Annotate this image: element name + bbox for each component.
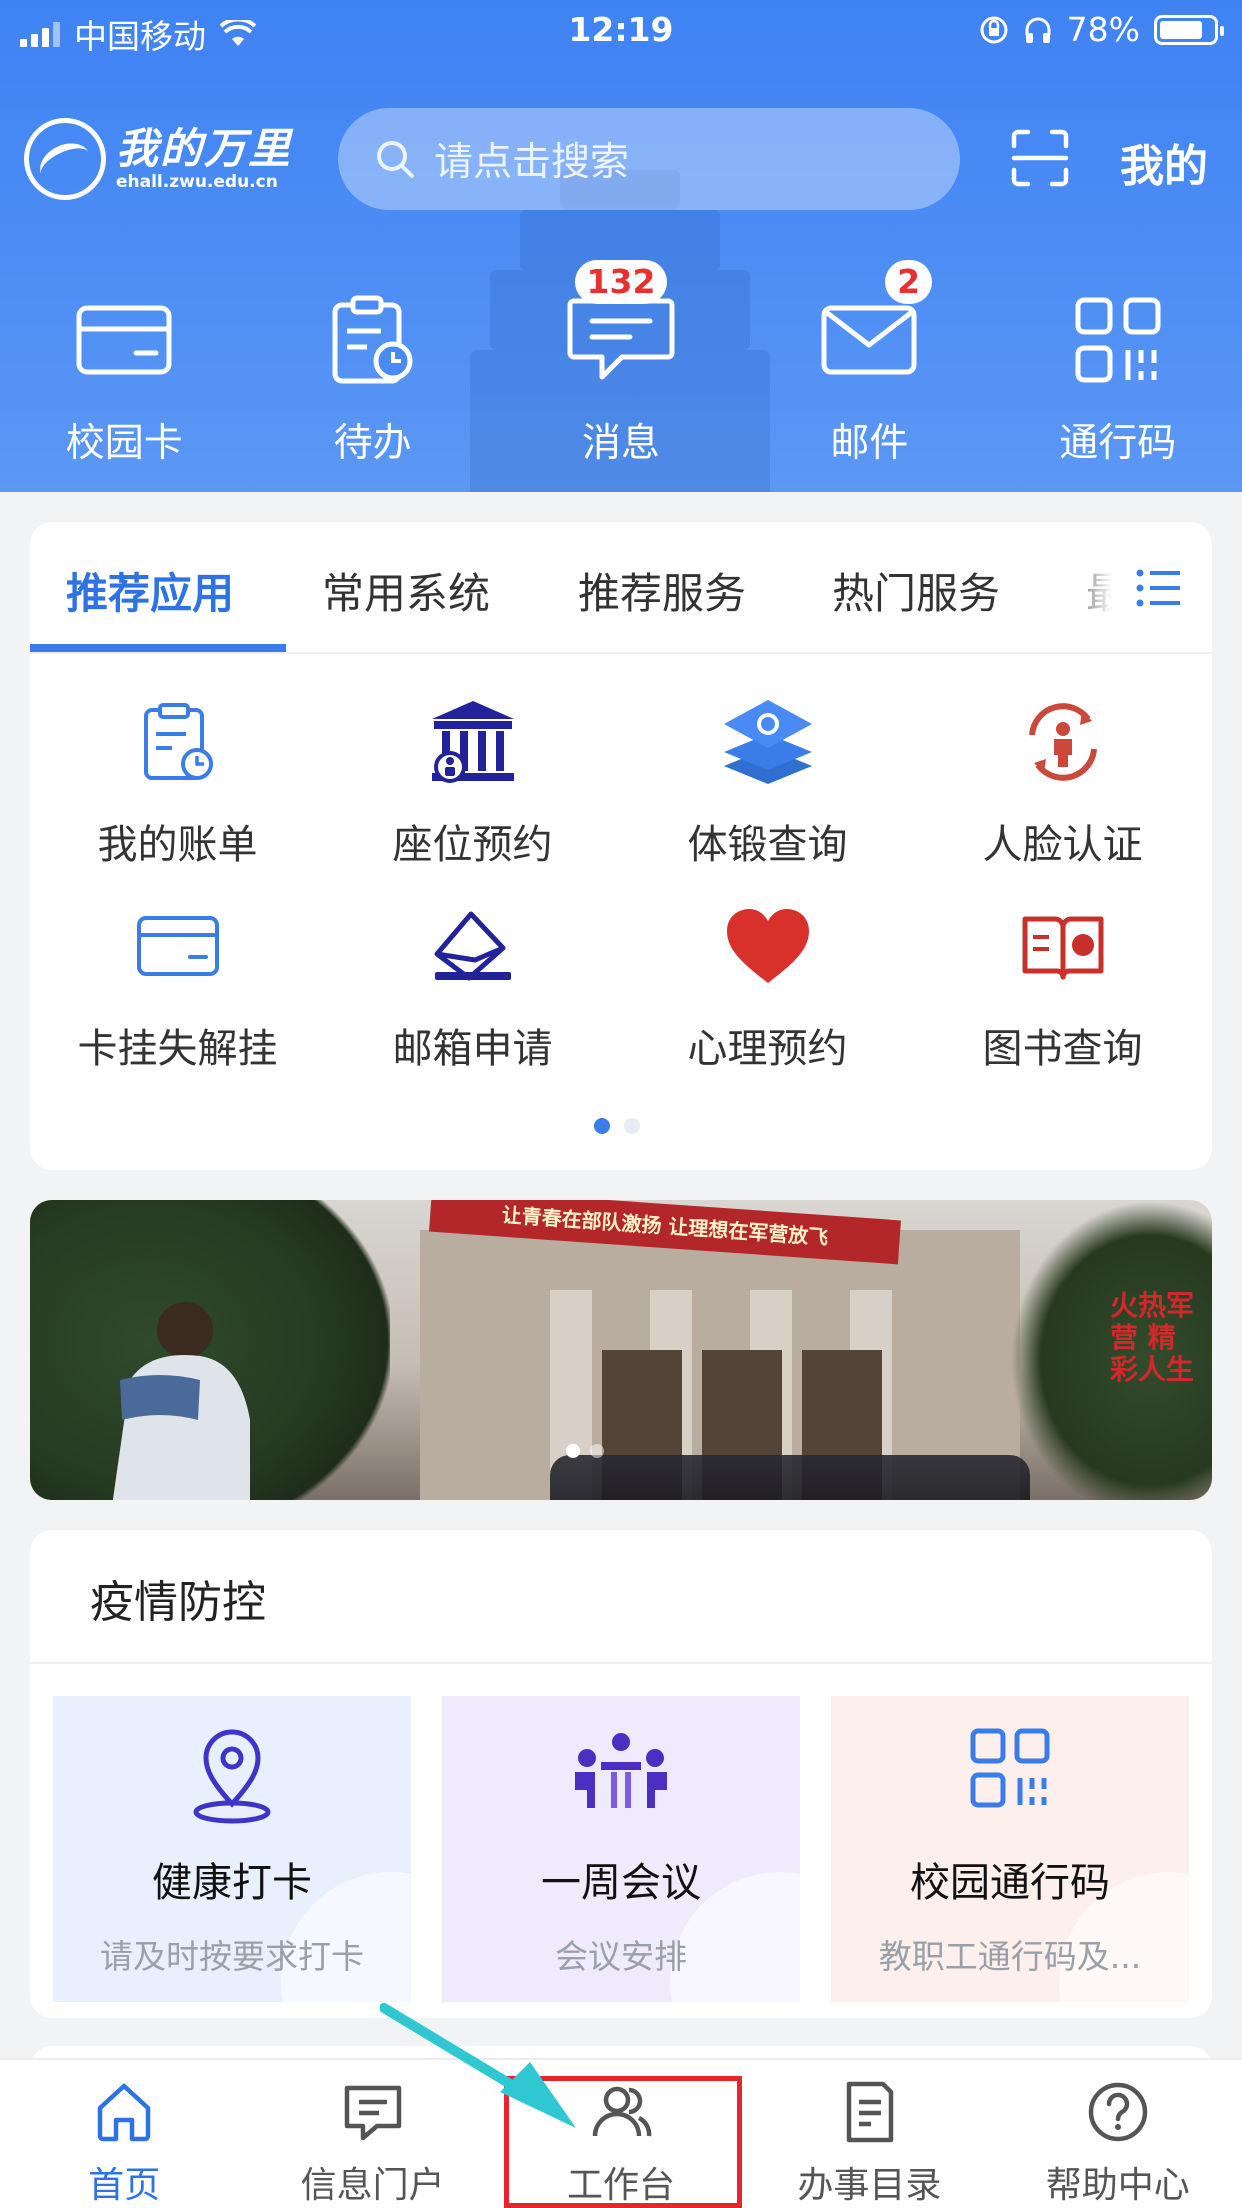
bill-icon xyxy=(143,703,213,780)
battery-icon xyxy=(1154,14,1224,45)
nav-home[interactable]: 首页 xyxy=(0,2060,248,2208)
meeting-icon xyxy=(575,1733,667,1808)
qr-grid-icon xyxy=(1075,297,1161,383)
banner-crowd xyxy=(550,1455,1030,1500)
search-icon xyxy=(377,141,414,178)
heart-icon xyxy=(726,909,809,983)
app-label: 卡挂失解挂 xyxy=(77,1026,278,1072)
banner-side-slogan: 火热军营 精彩人生 xyxy=(1110,1289,1195,1386)
tile-subtitle: 请及时按要求打卡 xyxy=(100,1937,364,1976)
rotation-lock-icon xyxy=(980,16,1008,43)
layers-icon xyxy=(723,700,812,784)
nav-label: 帮助中心 xyxy=(1045,2165,1190,2206)
app-book-search[interactable]: 图书查询 xyxy=(915,896,1210,1074)
face-auth-icon xyxy=(1028,703,1097,781)
header: 中国移动 12:19 78% 我的万里 ehall.zwu.edu.cn 请点击… xyxy=(0,0,1242,492)
book-icon xyxy=(1022,916,1103,980)
document-icon xyxy=(847,2081,894,2143)
headphones-icon xyxy=(1025,17,1051,43)
home-icon xyxy=(97,2083,151,2142)
quick-item-messages[interactable]: 132 消息 xyxy=(497,260,745,470)
app-exercise-query[interactable]: 体锻查询 xyxy=(620,692,915,870)
app-label: 我的账单 xyxy=(97,822,258,868)
tab-popular-services[interactable]: 热门服务 xyxy=(832,560,1000,621)
mine-button[interactable]: 我的 xyxy=(1120,130,1208,194)
quick-label: 消息 xyxy=(581,421,660,466)
tab-recommended-services[interactable]: 推荐服务 xyxy=(578,560,746,621)
epidemic-control-card: 疫情防控 健康打卡 请及时按要求打卡 一周会议 会议安排 校园通行码 教职工通行… xyxy=(30,1530,1212,2018)
nav-label: 信息门户 xyxy=(300,2165,445,2206)
quick-item-pass-code[interactable]: 通行码 xyxy=(994,290,1242,470)
menu-list-icon[interactable] xyxy=(1136,568,1182,608)
app-tabs: 推荐应用 常用系统 推荐服务 热门服务 最 xyxy=(30,522,1212,654)
search-bar[interactable]: 请点击搜索 xyxy=(338,108,960,210)
banner-page-indicator xyxy=(566,1444,604,1458)
tile-title: 健康打卡 xyxy=(152,1860,312,1906)
app-seat-booking[interactable]: 座位预约 xyxy=(325,692,620,870)
tile-campus-pass-code[interactable]: 校园通行码 教职工通行码及... xyxy=(831,1696,1189,2002)
app-label: 座位预约 xyxy=(392,822,553,868)
app-mailbox-apply[interactable]: 邮箱申请 xyxy=(325,896,620,1074)
app-card-loss[interactable]: 卡挂失解挂 xyxy=(30,896,325,1074)
pointer-arrow-icon xyxy=(380,2003,576,2128)
nav-service-catalog[interactable]: 办事目录 xyxy=(745,2060,993,2208)
promo-banner[interactable]: 让青春在部队激扬 让理想在军营放飞 火热军营 精彩人生 xyxy=(30,1200,1212,1500)
quick-actions: 校园卡 待办 132 消息 2 邮件 通行码 xyxy=(0,260,1242,470)
app-label: 人脸认证 xyxy=(982,822,1143,868)
logo-title: 我的万里 xyxy=(116,124,293,173)
location-pin-icon xyxy=(193,1729,271,1824)
banner-person xyxy=(112,1302,250,1500)
tab-recommended-apps[interactable]: 推荐应用 xyxy=(66,560,234,621)
app-face-auth[interactable]: 人脸认证 xyxy=(915,692,1210,870)
card-icon xyxy=(76,305,172,375)
mail-count-badge: 2 xyxy=(885,260,933,304)
apps-card: 推荐应用 常用系统 推荐服务 热门服务 最 我的账单 座位预约 体锻查询 人脸认… xyxy=(30,522,1212,1170)
section-title: 疫情防控 xyxy=(90,1577,266,1628)
logo-domain: ehall.zwu.edu.cn xyxy=(116,172,278,192)
tab-common-systems[interactable]: 常用系统 xyxy=(322,560,490,621)
quick-item-mail[interactable]: 2 邮件 xyxy=(745,260,993,470)
app-label: 心理预约 xyxy=(687,1026,848,1072)
nav-help-center[interactable]: 帮助中心 xyxy=(994,2060,1242,2208)
scan-icon[interactable] xyxy=(1010,128,1070,188)
card-icon xyxy=(136,916,219,976)
logo-bird-icon xyxy=(24,118,106,200)
todo-clipboard-icon xyxy=(332,295,413,384)
tile-health-checkin[interactable]: 健康打卡 请及时按要求打卡 xyxy=(53,1696,411,2002)
mail-icon xyxy=(821,305,917,375)
library-seat-icon xyxy=(431,701,514,783)
app-psych-booking[interactable]: 心理预约 xyxy=(620,896,915,1074)
app-label: 邮箱申请 xyxy=(392,1026,553,1072)
quick-label: 通行码 xyxy=(1059,421,1177,466)
top-bar: 我的万里 ehall.zwu.edu.cn 请点击搜索 我的 xyxy=(0,100,1242,220)
help-icon xyxy=(1088,2082,1147,2142)
qr-grid-icon xyxy=(970,1728,1050,1808)
app-logo: 我的万里 ehall.zwu.edu.cn xyxy=(24,118,292,200)
nav-label: 办事目录 xyxy=(797,2165,942,2206)
quick-label: 邮件 xyxy=(830,421,909,466)
quick-label: 校园卡 xyxy=(65,421,183,466)
quick-label: 待办 xyxy=(333,421,412,466)
active-tab-indicator xyxy=(30,644,286,652)
battery-percent: 78% xyxy=(1066,10,1140,49)
quick-item-todo[interactable]: 待办 xyxy=(248,290,496,470)
tile-title: 一周会议 xyxy=(541,1860,701,1906)
message-count-badge: 132 xyxy=(574,260,668,304)
tile-title: 校园通行码 xyxy=(910,1860,1110,1906)
status-bar: 中国移动 12:19 78% xyxy=(0,0,1242,62)
message-icon xyxy=(567,298,675,380)
quick-item-campus-card[interactable]: 校园卡 xyxy=(0,290,248,470)
tile-subtitle: 会议安排 xyxy=(555,1937,687,1976)
app-my-bill[interactable]: 我的账单 xyxy=(30,692,325,870)
app-label: 图书查询 xyxy=(982,1026,1143,1072)
search-placeholder: 请点击搜索 xyxy=(434,140,630,185)
tile-weekly-meeting[interactable]: 一周会议 会议安排 xyxy=(442,1696,800,2002)
app-label: 体锻查询 xyxy=(687,822,848,868)
tile-subtitle: 教职工通行码及... xyxy=(878,1937,1142,1976)
envelope-icon xyxy=(434,911,511,981)
app-page-indicator xyxy=(594,1118,640,1134)
nav-label: 首页 xyxy=(88,2165,161,2206)
